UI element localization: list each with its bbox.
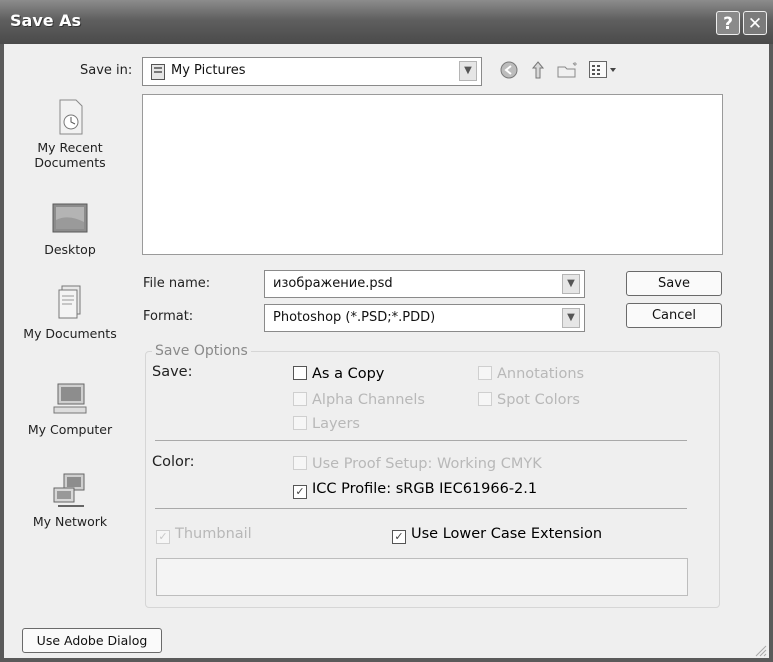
folder-icon [151,64,165,80]
checkbox-label: Layers [312,416,360,432]
my-network-icon [50,472,90,510]
thumbnail-checkbox[interactable]: ✓ Thumbnail [156,526,252,544]
file-list[interactable] [142,94,723,255]
checkmark-icon[interactable]: ✓ [293,485,307,499]
color-label: Color: [152,454,195,470]
spot-colors-checkbox[interactable]: Spot Colors [478,392,580,408]
place-label: My Computer [27,422,113,437]
file-name-input[interactable]: изображение.psd ▼ [264,270,585,298]
checkbox-box[interactable] [293,366,307,380]
checkbox-box[interactable] [478,392,492,406]
format-dropdown[interactable]: Photoshop (*.PSD;*.PDD) ▼ [264,304,585,332]
save-as-dialog: Save As ? ✕ Save in: My Pictures ▼ My Re… [0,0,773,662]
checkbox-label: Alpha Channels [312,392,425,408]
chevron-down-icon[interactable]: ▼ [459,61,477,81]
separator [155,508,687,509]
save-options-legend: Save Options [152,343,251,359]
layers-checkbox[interactable]: Layers [293,416,360,432]
description-box [156,558,688,596]
place-desktop[interactable]: Desktop [11,200,129,257]
checkbox-label: Spot Colors [497,392,580,408]
save-button[interactable]: Save [626,271,722,296]
place-my-network[interactable]: My Network [11,472,129,529]
checkbox-label: Annotations [497,366,585,382]
chevron-down-icon[interactable]: ▼ [562,274,580,294]
place-my-computer[interactable]: My Computer [11,380,129,437]
checkmark-icon[interactable]: ✓ [392,530,406,544]
checkbox-box[interactable] [293,456,307,470]
save-in-dropdown[interactable]: My Pictures ▼ [142,57,482,86]
format-value: Photoshop (*.PSD;*.PDD) [273,310,436,325]
as-a-copy-checkbox[interactable]: As a Copy [293,366,384,382]
checkbox-label: Use Lower Case Extension [411,526,603,542]
alpha-channels-checkbox[interactable]: Alpha Channels [293,392,425,408]
close-button[interactable]: ✕ [743,11,767,35]
place-my-recent-documents[interactable]: My Recent Documents [11,98,129,170]
title-bar: Save As ? ✕ [0,0,773,44]
checkbox-box[interactable] [293,416,307,430]
place-label: My Network [32,514,108,529]
dialog-title: Save As [10,11,82,30]
place-label: My Documents [23,326,117,341]
use-adobe-dialog-button[interactable]: Use Adobe Dialog [22,628,162,653]
checkbox-label: Use Proof Setup: Working CMYK [312,456,542,472]
icc-profile-checkbox[interactable]: ✓ ICC Profile: sRGB IEC61966-2.1 [293,481,537,499]
view-menu-icon[interactable] [589,60,617,84]
checkbox-box[interactable] [478,366,492,380]
back-icon[interactable] [500,61,518,83]
checkbox-box[interactable] [293,392,307,406]
my-documents-icon [50,284,90,322]
checkmark-icon[interactable]: ✓ [156,530,170,544]
place-label-line2: Documents [34,155,106,170]
place-my-documents[interactable]: My Documents [11,284,129,341]
desktop-icon [50,200,90,238]
save-in-label: Save in: [80,63,133,78]
chevron-down-icon[interactable]: ▼ [562,308,580,328]
new-folder-icon[interactable] [557,61,579,83]
window-border-left [0,44,4,662]
checkbox-label: As a Copy [312,366,385,382]
file-name-value: изображение.psd [273,276,393,291]
help-button[interactable]: ? [716,11,740,35]
file-name-label: File name: [143,276,211,291]
my-computer-icon [50,380,90,418]
checkbox-label: ICC Profile: sRGB IEC61966-2.1 [312,481,538,497]
window-border-bottom [0,658,773,662]
save-in-value: My Pictures [171,63,246,78]
format-label: Format: [143,309,194,324]
recent-documents-icon [50,98,90,136]
cancel-button[interactable]: Cancel [626,303,722,328]
checkbox-label: Thumbnail [175,526,252,542]
separator [155,440,687,441]
up-folder-icon[interactable] [529,60,547,84]
save-label: Save: [152,364,193,380]
resize-grip-icon[interactable] [753,642,767,657]
use-proof-setup-checkbox[interactable]: Use Proof Setup: Working CMYK [293,456,542,472]
annotations-checkbox[interactable]: Annotations [478,366,584,382]
place-label-line1: My Recent [37,140,103,155]
window-border-right [769,44,773,662]
place-label: Desktop [44,242,96,257]
use-lower-case-extension-checkbox[interactable]: ✓ Use Lower Case Extension [392,526,602,544]
